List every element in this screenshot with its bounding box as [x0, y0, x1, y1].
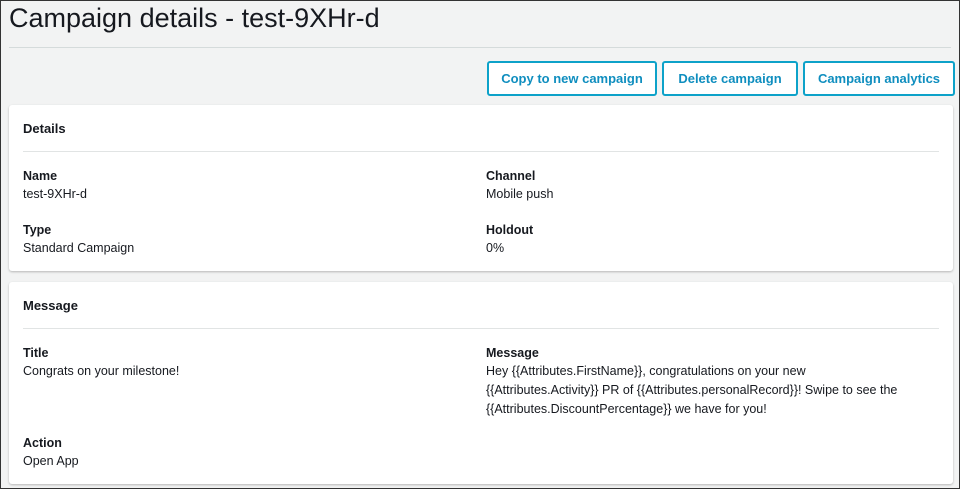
message-line: {{Attributes.DiscountPercentage}} we hav… [486, 402, 767, 416]
details-panel: Details Name test-9XHr-d Channel Mobile … [9, 105, 953, 271]
holdout-label: Holdout [486, 223, 534, 237]
type-label: Type [23, 223, 52, 237]
action-value: Open App [23, 454, 79, 468]
message-label: Message [486, 346, 539, 360]
holdout-value: 0% [486, 241, 505, 255]
page-title: Campaign details - test-9XHr-d [9, 3, 380, 33]
message-line: {{Attributes.Activity}} PR of {{Attribut… [486, 383, 898, 397]
channel-label: Channel [486, 169, 536, 183]
message-heading: Message [23, 298, 78, 313]
copy-to-new-campaign-button[interactable]: Copy to new campaign [487, 61, 657, 96]
name-value: test-9XHr-d [23, 187, 87, 201]
delete-campaign-button[interactable]: Delete campaign [662, 61, 798, 96]
channel-value: Mobile push [486, 187, 554, 201]
name-label: Name [23, 169, 58, 183]
divider [23, 328, 939, 329]
title-value: Congrats on your milestone! [23, 364, 180, 378]
message-panel: Message Title Congrats on your milestone… [9, 282, 953, 484]
details-heading: Details [23, 121, 66, 136]
divider [23, 151, 939, 152]
type-value: Standard Campaign [23, 241, 135, 255]
divider [9, 47, 951, 48]
message-body: Hey {{Attributes.FirstName}}, congratula… [486, 362, 897, 419]
action-label: Action [23, 436, 62, 450]
campaign-analytics-button[interactable]: Campaign analytics [803, 61, 955, 96]
title-label: Title [23, 346, 49, 360]
message-line: Hey {{Attributes.FirstName}}, congratula… [486, 364, 806, 378]
